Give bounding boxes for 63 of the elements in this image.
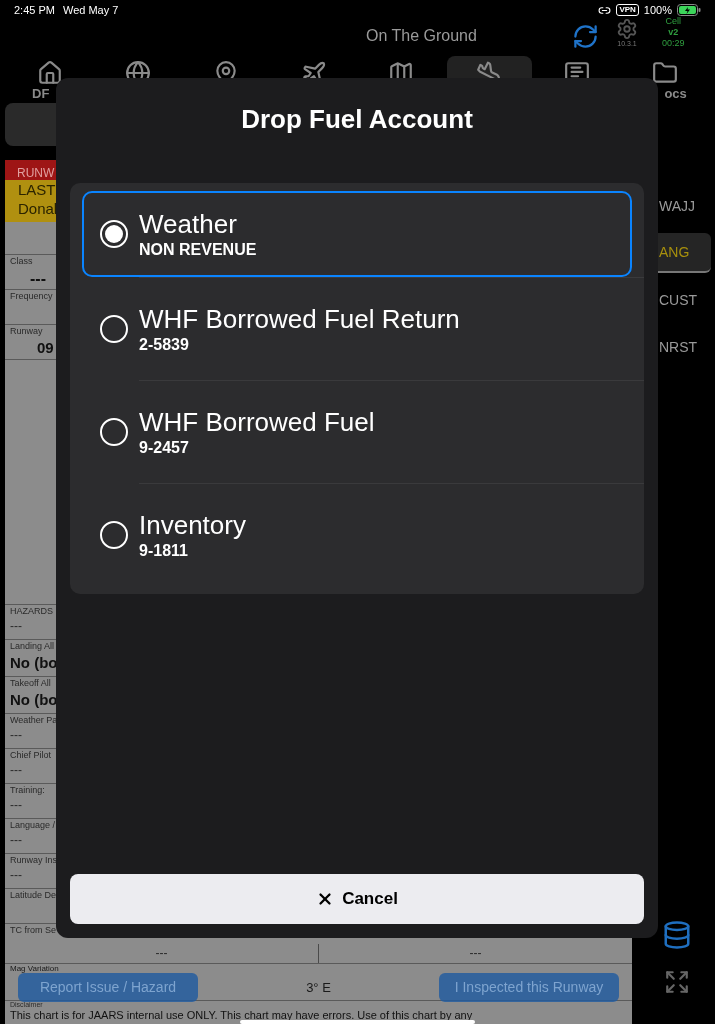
home-icon [37, 60, 64, 86]
field-value: --- [10, 618, 22, 635]
tab[interactable]: DF [8, 56, 93, 104]
mag-variation-value: 3° E [305, 978, 332, 997]
option-row[interactable]: WHF Borrowed Fuel Return 2-5839 [82, 286, 632, 372]
field-label: Landing All [10, 640, 55, 652]
field-label: Training: [10, 784, 45, 796]
field-label: Class [10, 255, 33, 267]
field-label: Runway [10, 325, 43, 337]
option-subtitle: NON REVENUE [139, 240, 257, 260]
dialog-title: Drop Fuel Account [240, 103, 474, 136]
option-title: WHF Borrowed Fuel [139, 406, 375, 438]
field-value: --- [10, 797, 22, 814]
option-subtitle: 2-5839 [139, 335, 190, 355]
cell-time: 00:29 [662, 38, 685, 49]
option-subtitle: 9-2457 [139, 438, 190, 458]
option-title: WHF Borrowed Fuel Return [139, 303, 460, 335]
field-label: Frequency [10, 290, 53, 302]
field-value: --- [10, 867, 22, 884]
option-title: Weather [139, 208, 238, 240]
field-value: No (bo [10, 653, 58, 673]
option-title: Inventory [139, 509, 246, 541]
option-row[interactable]: WHF Borrowed Fuel 9-2457 [82, 389, 632, 475]
field-label: HAZARDS [10, 605, 53, 617]
screen-title: On The Ground [366, 26, 477, 46]
battery-icon [677, 4, 701, 16]
status-time: 2:45 PM [14, 2, 55, 18]
field-label: Runway Ins [10, 854, 58, 866]
field-value: 09 [37, 338, 54, 358]
field-value: --- [469, 945, 482, 962]
field-label: Language / [10, 819, 56, 831]
radio-icon [100, 315, 128, 343]
field-value: --- [10, 727, 22, 744]
field-value: --- [30, 269, 46, 289]
cancel-button[interactable]: Cancel [70, 874, 644, 924]
field-label: Latitude De [10, 889, 57, 901]
radio-icon [100, 521, 128, 549]
battery-percent: 100% [643, 2, 672, 17]
field-label: TC from Se [10, 924, 56, 937]
cell-label: Cell [665, 16, 681, 27]
cell-version: v2 [668, 27, 679, 38]
sync-icon[interactable] [572, 23, 599, 50]
field-value: --- [10, 832, 22, 849]
database-icon[interactable] [662, 918, 692, 952]
banner-text: LAST [18, 180, 57, 199]
disclaimer-text: This chart is for JAARS internal use ONLY. This chart may have errors. Use of this chart by any [10, 1009, 473, 1021]
folder-icon [651, 60, 678, 86]
gear-icon[interactable] [616, 18, 638, 40]
radio-icon [100, 418, 128, 446]
tab[interactable]: ocs [622, 56, 707, 104]
vpn-badge: VPN [616, 4, 639, 16]
runway-banner-title: RUNW [17, 166, 55, 180]
field-value: --- [10, 762, 22, 779]
option-subtitle: 9-1811 [139, 541, 189, 561]
option-row[interactable]: Inventory 9-1811 [82, 492, 632, 578]
radio-icon [100, 220, 128, 248]
field-value: --- [155, 945, 168, 962]
field-label: Takeoff All [10, 677, 51, 689]
banner-text: Donal [18, 199, 59, 218]
field-label: Mag Variation [9, 964, 60, 973]
field-label: Chief Pilot [10, 749, 52, 761]
field-value: No (bo [10, 690, 58, 710]
status-date: Wed May 7 [62, 2, 119, 18]
